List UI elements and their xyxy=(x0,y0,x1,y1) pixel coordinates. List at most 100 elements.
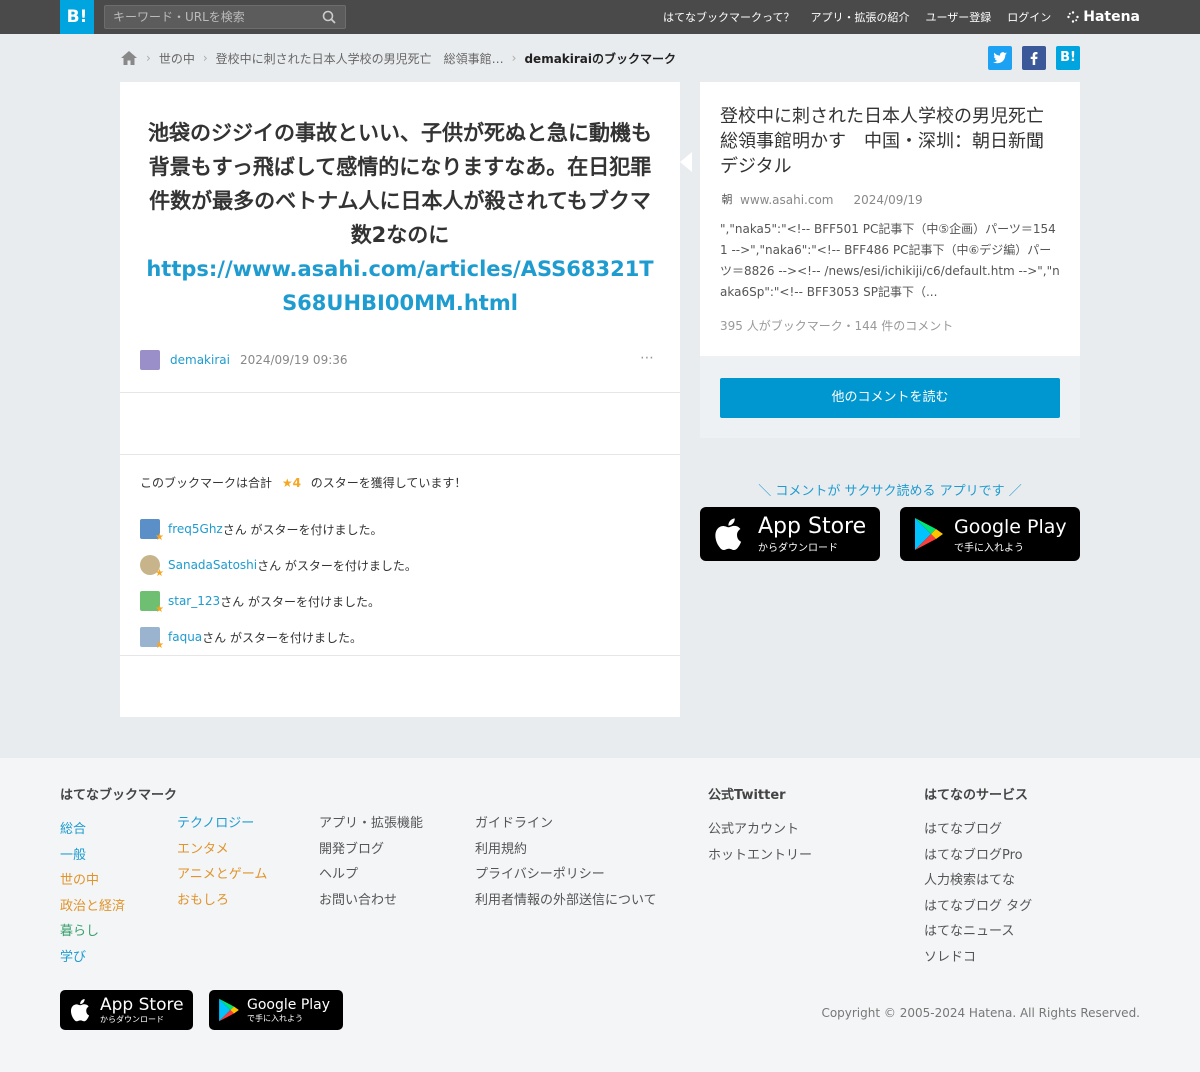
top-bar: B! はてなブックマークって？ アプリ・拡張の紹介 ユーザー登録 ログイン Ha… xyxy=(0,0,1200,34)
hatena-dots-icon xyxy=(1067,11,1079,23)
footer-heading: はてなブックマーク xyxy=(60,788,178,803)
footer-link-guideline[interactable]: ガイドライン xyxy=(475,816,553,831)
google-play-badge[interactable]: Google Play で手に入れよう xyxy=(900,507,1080,561)
footer-link-official-account[interactable]: 公式アカウント xyxy=(708,822,799,837)
footer-link-external-transmission[interactable]: 利用者情報の外部送信について xyxy=(475,893,657,908)
footer-link-privacy[interactable]: プライバシーポリシー xyxy=(475,867,605,882)
footer-link-help[interactable]: ヘルプ xyxy=(319,867,358,882)
footer-link-terms[interactable]: 利用規約 xyxy=(475,842,527,857)
footer-link-entertainment[interactable]: エンタメ xyxy=(177,842,229,857)
footer-link-soredoko[interactable]: ソレドコ xyxy=(924,950,976,965)
entry-domain[interactable]: www.asahi.com xyxy=(740,193,834,207)
entry-date: 2024/09/19 xyxy=(853,193,923,207)
footer-policy-column: ガイドライン 利用規約 プライバシーポリシー 利用者情報の外部送信について xyxy=(475,811,657,913)
share-buttons: B! xyxy=(988,46,1080,70)
bookmark-comment-text: 池袋のジジイの事故といい、子供が死ぬと急に動機も背景もすっ飛ばして感情的になりま… xyxy=(148,121,652,247)
footer-google-play-badge[interactable]: Google Play で手に入れよう xyxy=(209,990,343,1030)
footer-app-store-subtitle: からダウンロード xyxy=(100,1014,164,1024)
more-menu-icon[interactable]: ⋯ xyxy=(640,350,654,366)
footer-link-general[interactable]: 一般 xyxy=(60,848,86,863)
site-favicon: 朝 xyxy=(721,193,733,206)
footer-link-dev-blog[interactable]: 開発ブログ xyxy=(319,842,384,857)
footer-link-all[interactable]: 総合 xyxy=(60,822,86,837)
breadcrumb-category[interactable]: 世の中 xyxy=(159,50,195,67)
facebook-share-icon[interactable] xyxy=(1022,46,1046,70)
footer-bookmark-column-2: テクノロジー エンタメ アニメとゲーム おもしろ xyxy=(177,811,267,913)
footer-link-game[interactable]: アニメとゲーム xyxy=(177,867,267,882)
hatena-bookmark-logo[interactable]: B! xyxy=(60,0,94,34)
star-user-suffix: さん がスターを付けました。 xyxy=(257,558,417,573)
app-promo-text: ＼ コメントが サクサク読める アプリです ／ xyxy=(758,484,1022,499)
hatena-share-icon[interactable]: B! xyxy=(1056,46,1080,70)
nav-about[interactable]: はてなブックマークって？ xyxy=(663,9,794,25)
app-store-subtitle: からダウンロード xyxy=(758,542,838,554)
footer-link-social[interactable]: 世の中 xyxy=(60,873,99,888)
footer-google-play-title: Google Play xyxy=(247,996,331,1013)
search-icon[interactable] xyxy=(322,10,336,24)
star-list-item: ★ SanadaSatoshi さん がスターを付けました。 xyxy=(140,547,660,583)
stars-section: このブックマークは合計 ★4 のスターを獲得しています！ ★ freq5Ghz … xyxy=(140,474,660,655)
avatar[interactable]: ★ xyxy=(140,519,164,543)
read-more-comments-button[interactable]: 他のコメントを読む xyxy=(720,378,1060,418)
footer-link-it[interactable]: テクノロジー xyxy=(177,816,254,831)
footer-link-apps[interactable]: アプリ・拡張機能 xyxy=(319,816,423,831)
hatena-brand-text: Hatena xyxy=(1083,9,1140,25)
entry-card: 登校中に刺された日本人学校の男児死亡 総領事館明かす 中国・深圳：朝日新聞デジタ… xyxy=(700,82,1080,356)
footer-bookmark-column: はてなブックマーク 総合 一般 世の中 政治と経済 暮らし 学び xyxy=(60,784,177,970)
app-store-badge[interactable]: App Store からダウンロード xyxy=(700,507,880,561)
nav-apps[interactable]: アプリ・拡張の紹介 xyxy=(810,9,909,25)
breadcrumb-entry[interactable]: 登校中に刺された日本人学校の男児死亡 総領事館… xyxy=(216,50,504,67)
bookmark-user[interactable]: demakirai xyxy=(170,353,230,367)
star-icon: ★ xyxy=(155,532,164,543)
entry-title[interactable]: 登校中に刺された日本人学校の男児死亡 総領事館明かす 中国・深圳：朝日新聞デジタ… xyxy=(720,106,1062,177)
footer-heading: 公式Twitter xyxy=(708,788,786,803)
avatar[interactable]: ★ xyxy=(140,591,164,615)
nav-register[interactable]: ユーザー登録 xyxy=(925,9,991,25)
bookmark-date: 2024/09/19 09:36 xyxy=(239,353,348,367)
footer-link-jinriki[interactable]: 人力検索はてな xyxy=(924,873,1015,888)
twitter-share-icon[interactable] xyxy=(988,46,1012,70)
footer-app-store-title: App Store xyxy=(100,994,184,1015)
avatar[interactable]: ★ xyxy=(140,555,164,579)
footer-link-hatena-blog-pro[interactable]: はてなブログPro xyxy=(924,848,1023,863)
footer-link-blog-tags[interactable]: はてなブログ タグ xyxy=(924,899,1032,914)
footer-link-life[interactable]: 暮らし xyxy=(60,924,99,939)
top-nav: はてなブックマークって？ アプリ・拡張の紹介 ユーザー登録 ログイン Haten… xyxy=(663,0,1140,34)
star-user-name[interactable]: freq5Ghz xyxy=(168,522,223,536)
bookmark-meta: demakirai 2024/09/19 09:36 xyxy=(140,350,348,370)
footer-twitter-column: 公式Twitter 公式アカウント ホットエントリー xyxy=(708,784,812,868)
star-count[interactable]: ★4 xyxy=(282,476,301,490)
footer-link-hatena-blog[interactable]: はてなブログ xyxy=(924,822,1002,837)
footer-link-knowledge[interactable]: 学び xyxy=(60,950,86,965)
star-user-name[interactable]: star_123 xyxy=(168,594,220,608)
footer-services-column: はてなのサービス はてなブログ はてなブログPro 人力検索はてな はてなブログ… xyxy=(924,784,1032,970)
star-user-name[interactable]: faqua xyxy=(168,630,202,644)
nav-login[interactable]: ログイン xyxy=(1007,9,1051,25)
google-play-title: Google Play xyxy=(954,515,1067,538)
star-user-suffix: さん がスターを付けました。 xyxy=(220,594,380,609)
footer-link-contact[interactable]: お問い合わせ xyxy=(319,893,397,908)
footer-link-hot-entry[interactable]: ホットエントリー xyxy=(708,848,812,863)
bookmark-comment-link[interactable]: https://www.asahi.com/articles/ASS68321T… xyxy=(146,257,653,315)
divider xyxy=(120,655,680,656)
avatar[interactable]: ★ xyxy=(140,627,164,651)
footer-link-hatena-news[interactable]: はてなニュース xyxy=(924,924,1014,939)
footer-link-economics[interactable]: 政治と経済 xyxy=(60,899,125,914)
home-icon[interactable] xyxy=(120,50,138,66)
star-user-name[interactable]: SanadaSatoshi xyxy=(168,558,257,572)
footer-link-fun[interactable]: おもしろ xyxy=(177,893,229,908)
footer-app-store-badge[interactable]: App Store からダウンロード xyxy=(60,990,193,1030)
footer-google-play-subtitle: で手に入れよう xyxy=(247,1013,303,1023)
stars-heading-suffix: のスターを獲得しています！ xyxy=(310,476,467,490)
search-input[interactable] xyxy=(105,6,315,28)
apple-icon xyxy=(715,518,742,551)
entry-bookmark-count[interactable]: 395 人がブックマーク・144 件のコメント xyxy=(720,317,1060,334)
hatena-brand[interactable]: Hatena xyxy=(1067,9,1140,25)
avatar[interactable] xyxy=(140,350,160,370)
entry-site: 朝 www.asahi.com 2024/09/19 xyxy=(720,193,1060,207)
chevron-right-icon: › xyxy=(202,51,208,65)
divider xyxy=(120,392,680,393)
star-list-item: ★ star_123 さん がスターを付けました。 xyxy=(140,583,660,619)
divider xyxy=(120,454,680,455)
breadcrumb: › 世の中 › 登校中に刺された日本人学校の男児死亡 総領事館… › demak… xyxy=(120,46,1080,70)
